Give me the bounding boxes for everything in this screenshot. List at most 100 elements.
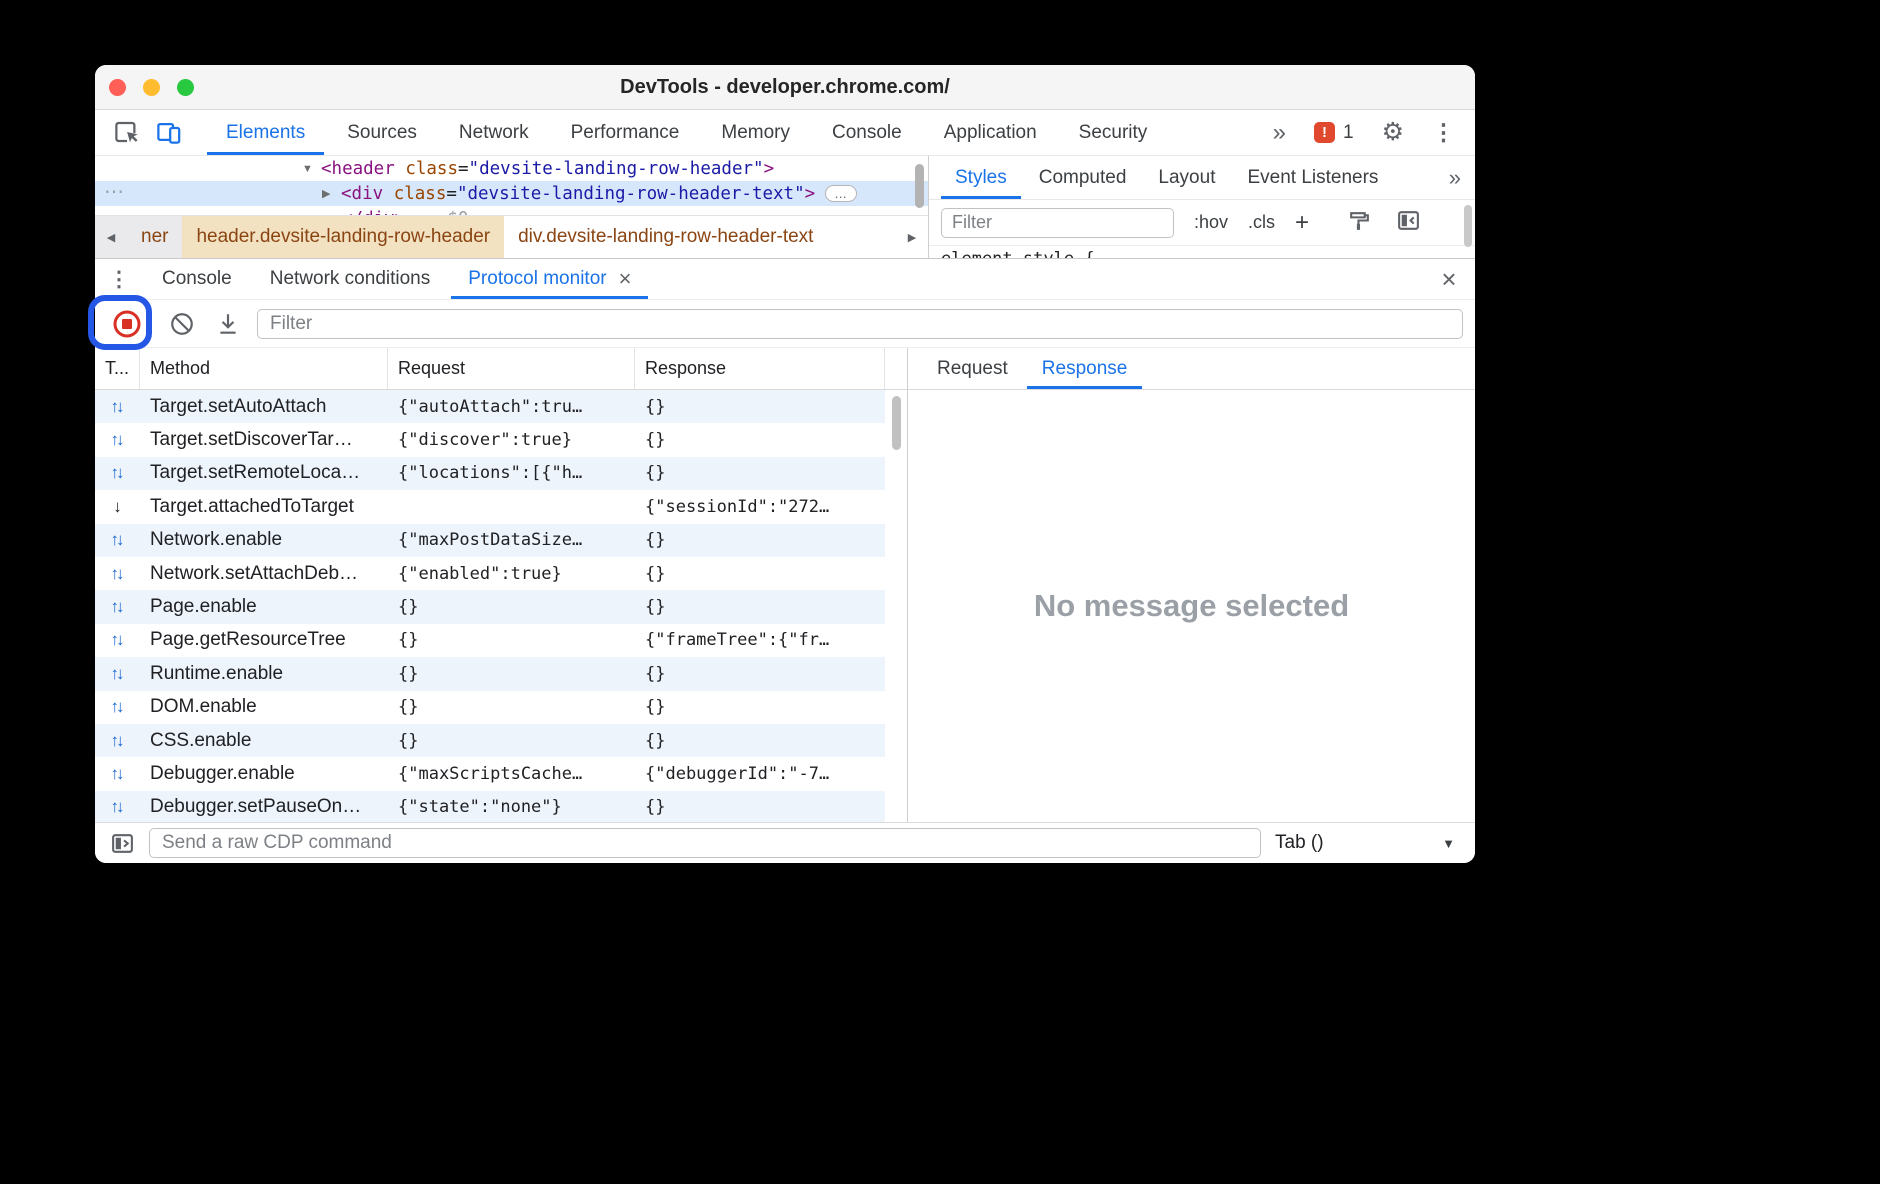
table-row[interactable]: ↑↓Network.enable{"maxPostDataSize…{}: [95, 524, 885, 557]
table-row[interactable]: ↑↓Page.enable{}{}: [95, 590, 885, 623]
drawer-tab-console[interactable]: Console: [143, 259, 251, 299]
toggle-target-panel-icon[interactable]: [107, 828, 137, 858]
request-cell: {}: [388, 724, 635, 757]
table-row[interactable]: ↑↓Runtime.enable{}{}: [95, 657, 885, 690]
table-row[interactable]: ↑↓CSS.enable{}{}: [95, 724, 885, 757]
response-cell: {}: [635, 457, 885, 490]
dom-tree-scrollbar[interactable]: [915, 164, 924, 208]
request-cell: {"enabled":true}: [388, 557, 635, 590]
column-header-method[interactable]: Method: [140, 348, 388, 389]
expander-collapsed-icon[interactable]: ▶: [322, 187, 341, 200]
close-drawer-icon[interactable]: ×: [1423, 259, 1475, 299]
breadcrumb-item[interactable]: header.devsite-landing-row-header: [182, 216, 504, 258]
table-row[interactable]: ↑↓Page.getResourceTree{}{"frameTree":{"f…: [95, 624, 885, 657]
column-header-request[interactable]: Request: [388, 348, 635, 389]
response-cell: {}: [635, 691, 885, 724]
expander-expanded-icon[interactable]: ▼: [302, 163, 321, 175]
breadcrumb-left-arrow-icon[interactable]: ◀: [95, 216, 127, 258]
request-cell: {}: [388, 691, 635, 724]
tab-styles[interactable]: Styles: [939, 156, 1023, 199]
new-style-rule-button[interactable]: +: [1295, 209, 1309, 237]
table-row[interactable]: ↑↓Target.setDiscoverTar…{"discover":true…: [95, 423, 885, 456]
table-row[interactable]: ↓Target.attachedToTarget{"sessionId":"27…: [95, 490, 885, 523]
type-cell: ↑↓: [95, 457, 140, 490]
dom-tree-node[interactable]: </div> == $0: [95, 206, 928, 215]
sent-received-arrows-icon: ↑↓: [111, 697, 125, 717]
styles-filter-input[interactable]: [941, 208, 1174, 238]
device-toolbar-icon[interactable]: [147, 110, 189, 155]
request-cell: {"locations":[{"h…: [388, 457, 635, 490]
tab-application[interactable]: Application: [923, 110, 1058, 155]
hidden-nodes-icon[interactable]: ⋯: [104, 179, 124, 204]
empty-state-message: No message selected: [908, 390, 1475, 822]
tab-sources[interactable]: Sources: [326, 110, 438, 155]
column-header-t[interactable]: T...: [95, 348, 140, 389]
response-cell: {}: [635, 791, 885, 822]
drawer-tab-network-conditions[interactable]: Network conditions: [251, 259, 450, 299]
toolbar-right-icons: » ! 1 ⚙ ⋮: [1273, 110, 1475, 155]
tab-elements[interactable]: Elements: [205, 110, 326, 155]
method-cell: Page.enable: [140, 590, 388, 623]
breadcrumb-item[interactable]: ner: [127, 216, 182, 258]
close-tab-icon[interactable]: ×: [619, 268, 632, 290]
response-cell: {}: [635, 657, 885, 690]
tab-layout[interactable]: Layout: [1142, 156, 1231, 199]
styles-scrollbar[interactable]: [1464, 205, 1472, 247]
inspect-icon[interactable]: [105, 110, 147, 155]
table-row[interactable]: ↑↓Target.setAutoAttach{"autoAttach":tru……: [95, 390, 885, 423]
save-icon[interactable]: [213, 309, 243, 339]
table-row[interactable]: ↑↓DOM.enable{}{}: [95, 691, 885, 724]
column-header-response[interactable]: Response: [635, 348, 885, 389]
drawer-menu-icon[interactable]: ⋮: [95, 259, 143, 299]
protocol-table: T...MethodRequestResponse ↑↓Target.setAu…: [95, 348, 908, 822]
protocol-filter-input[interactable]: [257, 309, 1463, 339]
drawer-tab-label: Network conditions: [270, 268, 431, 290]
record-button[interactable]: [103, 300, 151, 347]
tab-network[interactable]: Network: [438, 110, 550, 155]
request-cell: {"discover":true}: [388, 423, 635, 456]
target-selector[interactable]: Tab () ▼: [1261, 832, 1463, 854]
type-cell: ↑↓: [95, 791, 140, 822]
more-panels-icon[interactable]: »: [1273, 121, 1286, 145]
style-rule-partial: element.style {: [929, 246, 1475, 258]
more-sidebar-tabs-icon[interactable]: »: [1449, 165, 1475, 191]
detail-tab-response[interactable]: Response: [1025, 348, 1145, 389]
dom-tree-node[interactable]: ▶<div class="devsite-landing-row-header-…: [95, 181, 928, 206]
dom-tree-node[interactable]: ▼<header class="devsite-landing-row-head…: [95, 156, 928, 181]
table-scrollbar[interactable]: [892, 396, 901, 450]
table-row[interactable]: ↑↓Network.setAttachDeb…{"enabled":true}{…: [95, 557, 885, 590]
method-cell: Target.attachedToTarget: [140, 490, 388, 523]
main-menu-icon[interactable]: ⋮: [1432, 121, 1455, 144]
response-cell: {"sessionId":"272…: [635, 490, 885, 523]
protocol-monitor-body: T...MethodRequestResponse ↑↓Target.setAu…: [95, 348, 1475, 822]
method-cell: Target.setRemoteLoca…: [140, 457, 388, 490]
tab-security[interactable]: Security: [1058, 110, 1169, 155]
type-cell: ↑↓: [95, 390, 140, 423]
expand-children-button[interactable]: …: [825, 185, 857, 202]
settings-gear-icon[interactable]: ⚙: [1382, 120, 1404, 145]
toggle-element-state-button[interactable]: :hov: [1194, 212, 1228, 233]
toggle-classes-button[interactable]: .cls: [1248, 212, 1275, 233]
tab-console[interactable]: Console: [811, 110, 923, 155]
tab-memory[interactable]: Memory: [700, 110, 811, 155]
dock-sidebar-icon[interactable]: [1396, 208, 1421, 238]
table-row[interactable]: ↑↓Debugger.setPauseOn…{"state":"none"}{}: [95, 791, 885, 822]
rendering-brush-icon[interactable]: [1347, 208, 1372, 238]
cdp-command-input[interactable]: [149, 828, 1261, 858]
tab-computed[interactable]: Computed: [1023, 156, 1143, 199]
breadcrumb-item[interactable]: div.devsite-landing-row-header-text: [504, 216, 827, 258]
detail-tab-request[interactable]: Request: [920, 348, 1025, 389]
response-cell: {}: [635, 423, 885, 456]
issues-counter[interactable]: ! 1: [1314, 122, 1354, 144]
table-row[interactable]: ↑↓Debugger.enable{"maxScriptsCache…{"deb…: [95, 757, 885, 790]
tab-performance[interactable]: Performance: [550, 110, 701, 155]
table-row[interactable]: ↑↓Target.setRemoteLoca…{"locations":[{"h…: [95, 457, 885, 490]
tab-event-listeners[interactable]: Event Listeners: [1231, 156, 1394, 199]
breadcrumb: ◀ nerheader.devsite-landing-row-headerdi…: [95, 215, 928, 258]
drawer-tab-protocol-monitor[interactable]: Protocol monitor×: [449, 259, 650, 299]
clear-icon[interactable]: [167, 309, 197, 339]
breadcrumb-right-arrow-icon[interactable]: ▶: [896, 216, 928, 258]
message-detail-panel: RequestResponse No message selected: [908, 348, 1475, 822]
type-cell: ↑↓: [95, 657, 140, 690]
request-cell: {}: [388, 624, 635, 657]
